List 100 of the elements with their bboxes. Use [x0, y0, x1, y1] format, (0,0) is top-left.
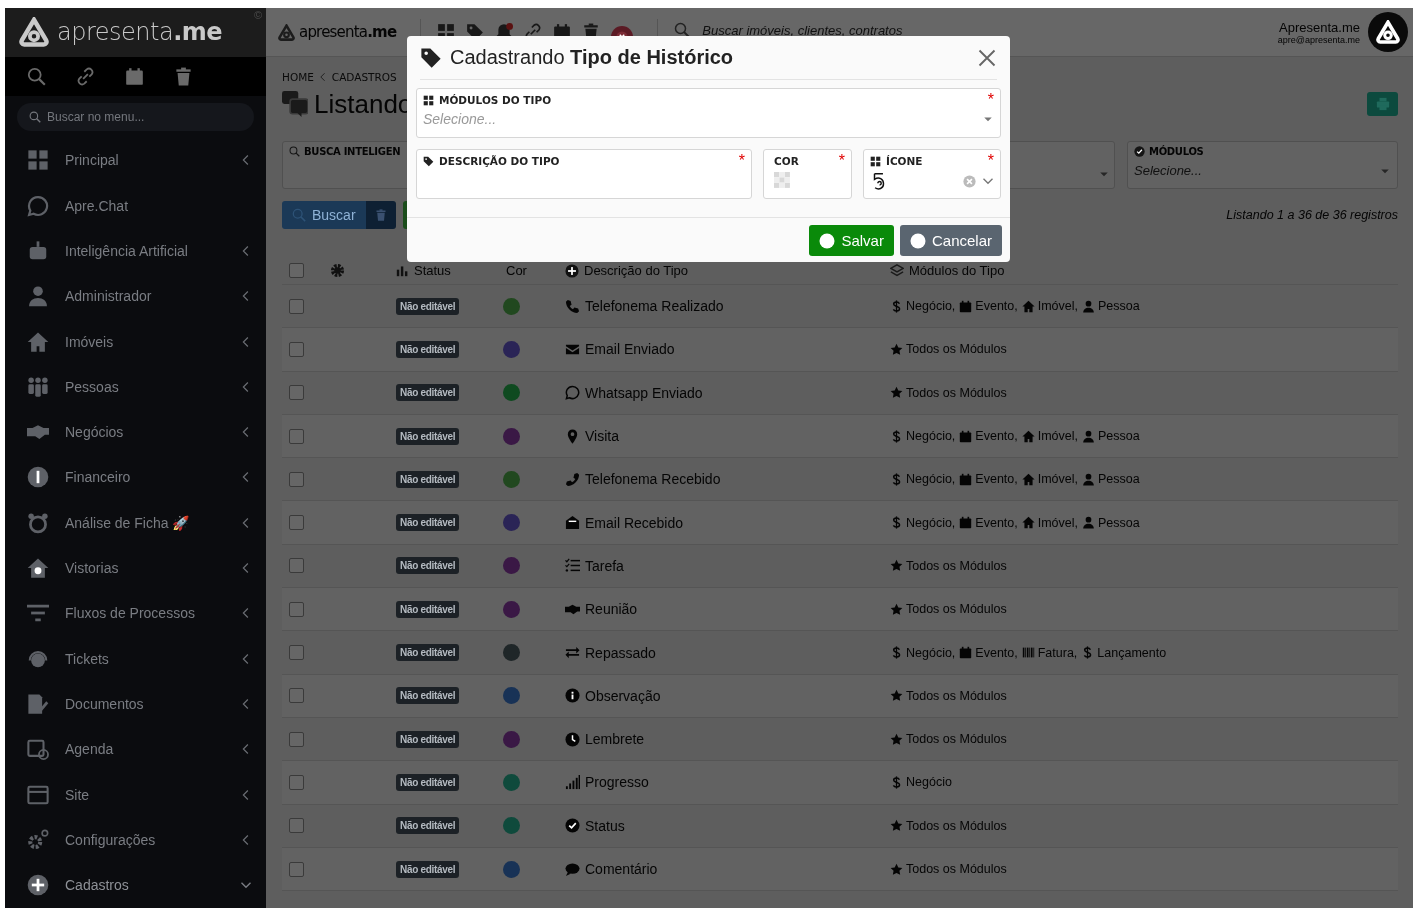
printer-icon: [1375, 97, 1390, 111]
row-checkbox[interactable]: [289, 688, 304, 704]
close-button[interactable]: [977, 47, 997, 68]
description-field[interactable]: DESCRIÇÃO DO TIPO *: [416, 149, 752, 199]
search-icon: [289, 146, 300, 157]
sidebar-item[interactable]: Análise de Ficha 🚀: [5, 500, 266, 546]
row-checkbox[interactable]: [289, 818, 304, 834]
row-checkbox[interactable]: [289, 471, 304, 487]
sidebar-item[interactable]: Administrador: [5, 273, 266, 319]
module-label: Todos os Módulos: [906, 602, 1007, 617]
house-icon: [1021, 299, 1035, 313]
module-label: Evento,: [975, 429, 1018, 444]
module-label: Lançamento: [1097, 645, 1167, 660]
chat-bubbles-icon: [282, 91, 308, 117]
row-checkbox[interactable]: [289, 298, 304, 314]
status-badge: Não editável: [396, 470, 460, 488]
module-label: Pessoa: [1098, 429, 1140, 444]
global-search-field[interactable]: Buscar imóveis, clientes, contratos: [674, 22, 903, 38]
type-description: Repassado: [585, 644, 656, 661]
house-icon: [1021, 472, 1035, 486]
row-checkbox[interactable]: [289, 263, 304, 278]
link-icon: [76, 67, 95, 87]
module-label: Imóvel,: [1037, 515, 1079, 530]
sidebar-item[interactable]: Principal: [5, 137, 266, 183]
breadcrumb-link[interactable]: CADASTROS: [331, 71, 397, 83]
module-label: Todos os Módulos: [906, 385, 1007, 400]
document-pen-icon: [27, 693, 49, 715]
sidebar-item[interactable]: Imóveis: [5, 318, 266, 365]
row-checkbox[interactable]: [289, 341, 304, 357]
module-label: Negócio: [906, 775, 952, 790]
sidebar-item[interactable]: Configurações: [5, 817, 266, 863]
dollar-icon: [890, 516, 903, 530]
color-picker[interactable]: COR *: [763, 149, 852, 199]
icon-select[interactable]: ÍCONE *: [863, 149, 1001, 199]
row-checkbox[interactable]: [289, 601, 304, 617]
logo-icon: [19, 17, 49, 48]
calendar-icon: [959, 299, 973, 313]
sidebar-item[interactable]: Vistorias: [5, 545, 266, 591]
user-name: Apresenta.me: [1279, 19, 1360, 35]
type-description: Observação: [585, 687, 661, 704]
row-checkbox[interactable]: [289, 385, 304, 401]
calendar-icon: [959, 472, 973, 486]
row-checkbox[interactable]: [289, 428, 304, 444]
required-mark: *: [838, 152, 845, 170]
module-label: Negócio,: [906, 472, 956, 487]
record-count: Listando 1 a 36 de 36 registros: [1226, 208, 1398, 222]
sidebar-item[interactable]: Negócios: [5, 409, 266, 455]
row-checkbox[interactable]: [289, 515, 304, 531]
row-checkbox[interactable]: [289, 861, 304, 877]
sidebar-item[interactable]: Site: [5, 772, 266, 818]
sidebar-item[interactable]: Cadastros: [5, 862, 266, 908]
column-header[interactable]: Descrição do Tipo: [584, 263, 689, 278]
clock-icon: [565, 731, 580, 747]
column-header[interactable]: Status: [414, 263, 451, 278]
column-header[interactable]: Cor: [506, 263, 565, 284]
trash-icon: [374, 209, 387, 221]
signal-bars-icon: [565, 774, 580, 790]
registered-mark: ©: [253, 9, 262, 21]
row-checkbox[interactable]: [289, 645, 304, 660]
chat-bubble-icon: [565, 385, 580, 401]
sidebar-item[interactable]: Financeiro: [5, 454, 266, 501]
user-avatar[interactable]: [1368, 12, 1408, 52]
logo-icon: [278, 23, 295, 41]
sidebar-item[interactable]: Fluxos de Processos: [5, 590, 266, 637]
calendar-icon: [125, 67, 144, 87]
sidebar-item[interactable]: Inteligência Artificial: [5, 228, 266, 274]
type-description: Lembrete: [585, 731, 645, 748]
sidebar-item[interactable]: Tickets: [5, 636, 266, 682]
row-checkbox[interactable]: [289, 774, 304, 790]
phone-icon: [565, 471, 580, 487]
module-label: Negócio,: [906, 515, 956, 530]
breadcrumb-link[interactable]: HOME: [282, 71, 314, 83]
modules-select[interactable]: MÓDULOS DO TIPO * Selecione...: [416, 88, 1001, 138]
clear-button[interactable]: [365, 201, 396, 229]
module-label: Todos os Módulos: [906, 818, 1007, 833]
search-icon: [674, 22, 691, 38]
sidebar-item[interactable]: Agenda: [5, 726, 266, 772]
row-checkbox[interactable]: [289, 731, 304, 747]
sidebar-item[interactable]: Documentos: [5, 681, 266, 727]
menu-search-field[interactable]: Buscar no menu...: [17, 103, 254, 131]
chevron-left-icon: [317, 72, 328, 82]
brand-logo: apresenta.me: [57, 18, 223, 47]
status-badge: Não editável: [396, 644, 460, 661]
status-badge: Não editável: [396, 297, 460, 315]
person-icon: [1082, 472, 1096, 486]
cancel-button[interactable]: Cancelar: [899, 225, 1002, 256]
dollar-icon: [890, 429, 903, 443]
sidebar-item[interactable]: Pessoas: [5, 364, 266, 410]
dollar-icon: [890, 299, 903, 313]
modules-filter-dropdown[interactable]: MÓDULOS Selecione...: [1127, 141, 1398, 189]
row-checkbox[interactable]: [289, 558, 304, 574]
module-label: Imóvel,: [1037, 472, 1079, 487]
search-button[interactable]: Buscar: [282, 201, 366, 229]
print-button[interactable]: [1367, 92, 1398, 116]
sidebar-item[interactable]: Apre.Chat: [5, 182, 266, 229]
module-label: Todos os Módulos: [906, 342, 1007, 357]
column-header[interactable]: Módulos do Tipo: [909, 263, 1005, 278]
save-button[interactable]: Salvar: [809, 225, 894, 256]
type-description: Email Recebido: [585, 514, 684, 531]
field-label: COR: [774, 155, 800, 167]
